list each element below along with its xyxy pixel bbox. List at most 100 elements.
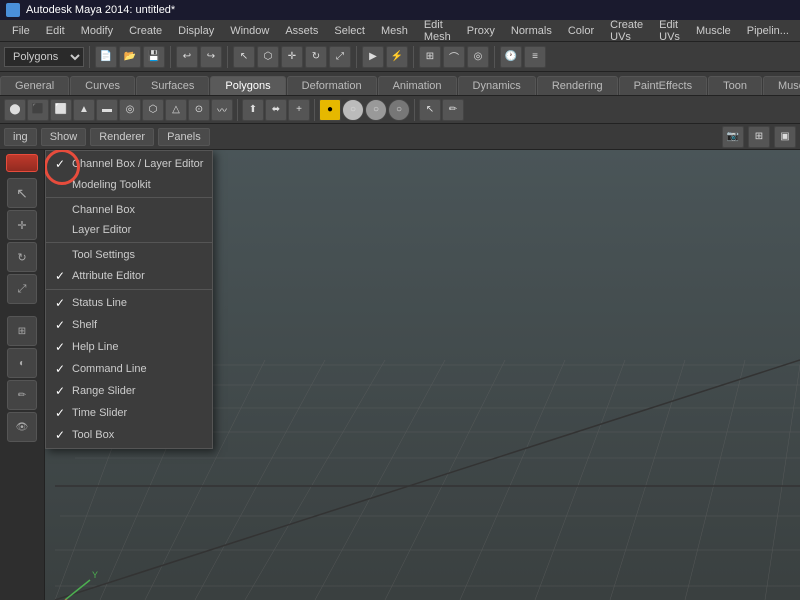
menu-item-file[interactable]: File <box>4 23 38 39</box>
history-btn[interactable]: 🕐 <box>500 46 522 68</box>
tab-surfaces[interactable]: Surfaces <box>136 76 209 95</box>
cone-btn[interactable]: ▲ <box>73 99 95 121</box>
bridge-btn[interactable]: ⬌ <box>265 99 287 121</box>
channel-btn[interactable]: ≡ <box>524 46 546 68</box>
prism-btn[interactable]: ⬡ <box>142 99 164 121</box>
extrude-btn[interactable]: ⬆ <box>242 99 264 121</box>
tab-curves[interactable]: Curves <box>70 76 135 95</box>
dd-shelf[interactable]: ✓ Shelf <box>46 314 212 336</box>
menu-item-createuvs[interactable]: Create UVs <box>602 17 651 45</box>
dd-command-line[interactable]: ✓ Command Line <box>46 358 212 380</box>
pyramid-btn[interactable]: △ <box>165 99 187 121</box>
dd-layer-editor[interactable]: Layer Editor <box>46 220 212 240</box>
ing-btn[interactable]: ing <box>4 128 37 146</box>
ipr-btn[interactable]: ⚡ <box>386 46 408 68</box>
light-preview-btn[interactable]: ● <box>319 99 341 121</box>
sphere3-btn[interactable]: ○ <box>388 99 410 121</box>
tab-rendering[interactable]: Rendering <box>537 76 618 95</box>
menu-item-editmesh[interactable]: Edit Mesh <box>416 17 459 45</box>
append-btn[interactable]: + <box>288 99 310 121</box>
check-attribute: ✓ <box>54 269 66 283</box>
dd-status-line[interactable]: ✓ Status Line <box>46 292 212 314</box>
soft-sel-btn[interactable]: ◐ <box>7 348 37 378</box>
tab-dynamics[interactable]: Dynamics <box>458 76 536 95</box>
save-btn[interactable]: 💾 <box>143 46 165 68</box>
check-status: ✓ <box>54 296 66 310</box>
panels-btn[interactable]: Panels <box>158 128 210 146</box>
tab-toon[interactable]: Toon <box>708 76 762 95</box>
undo-btn[interactable]: ↩ <box>176 46 198 68</box>
select-tool-btn[interactable]: ↖ <box>7 178 37 208</box>
menu-item-color[interactable]: Color <box>560 23 602 39</box>
snap-curve-btn[interactable]: ⌒ <box>443 46 465 68</box>
sphere2-btn[interactable]: ○ <box>365 99 387 121</box>
dd-range-slider[interactable]: ✓ Range Slider <box>46 380 212 402</box>
texture-btn[interactable]: ▣ <box>774 126 796 148</box>
tab-deformation[interactable]: Deformation <box>287 76 377 95</box>
scale-tool-btn[interactable]: ⤢ <box>7 274 37 304</box>
viewport-3d[interactable]: Y X Z ✓ Channel Box / Layer Editor Model… <box>45 150 800 600</box>
cube-btn[interactable]: ⬛ <box>27 99 49 121</box>
menu-bar: FileEditModifyCreateDisplayWindowAssetsS… <box>0 20 800 42</box>
menu-item-create[interactable]: Create <box>121 23 170 39</box>
menu-item-assets[interactable]: Assets <box>277 23 326 39</box>
paint-weights-btn[interactable]: ✏ <box>7 380 37 410</box>
snap-btn[interactable]: ⊞ <box>7 316 37 346</box>
menu-item-window[interactable]: Window <box>222 23 277 39</box>
renderer-btn[interactable]: Renderer <box>90 128 154 146</box>
menu-item-modify[interactable]: Modify <box>73 23 121 39</box>
tab-general[interactable]: General <box>0 76 69 95</box>
lasso-btn[interactable]: ⬡ <box>257 46 279 68</box>
tab-bar: General Curves Surfaces Polygons Deforma… <box>0 72 800 96</box>
dd-channel-box[interactable]: Channel Box <box>46 200 212 220</box>
menu-item-edituvs[interactable]: Edit UVs <box>651 17 688 45</box>
tab-muscle[interactable]: Muscle <box>763 76 800 95</box>
menu-item-mesh[interactable]: Mesh <box>373 23 416 39</box>
menu-item-muscle[interactable]: Muscle <box>688 23 739 39</box>
dd-tool-box[interactable]: ✓ Tool Box <box>46 424 212 446</box>
dd-modeling-toolkit[interactable]: Modeling Toolkit <box>46 175 212 195</box>
tab-painteffects[interactable]: PaintEffects <box>619 76 708 95</box>
move-tool-btn[interactable]: ✛ <box>7 210 37 240</box>
wire-btn[interactable]: ⊞ <box>748 126 770 148</box>
cam-btn[interactable]: 📷 <box>722 126 744 148</box>
show-hide-btn[interactable]: 👁 <box>7 412 37 442</box>
open-btn[interactable]: 📂 <box>119 46 141 68</box>
menu-item-normals[interactable]: Normals <box>503 23 560 39</box>
dd-time-slider[interactable]: ✓ Time Slider <box>46 402 212 424</box>
paint-btn[interactable]: ✏ <box>442 99 464 121</box>
sphere-preview-btn[interactable]: ○ <box>342 99 364 121</box>
dd-help-line[interactable]: ✓ Help Line <box>46 336 212 358</box>
menu-item-select[interactable]: Select <box>326 23 373 39</box>
cylinder-btn[interactable]: ⬜ <box>50 99 72 121</box>
dd-tool-settings[interactable]: Tool Settings <box>46 245 212 265</box>
snap-point-btn[interactable]: ◎ <box>467 46 489 68</box>
menu-item-proxy[interactable]: Proxy <box>459 23 503 39</box>
cursor-select-btn[interactable]: ↖ <box>419 99 441 121</box>
dd-attribute-editor[interactable]: ✓ Attribute Editor <box>46 265 212 287</box>
select-btn[interactable]: ↖ <box>233 46 255 68</box>
tab-animation[interactable]: Animation <box>378 76 457 95</box>
torus-btn[interactable]: ◎ <box>119 99 141 121</box>
snap-grid-btn[interactable]: ⊞ <box>419 46 441 68</box>
polygon-mode-select[interactable]: Polygons <box>4 47 84 67</box>
helix-btn[interactable]: 〰 <box>211 99 233 121</box>
dd-channelbox-layereditor[interactable]: ✓ Channel Box / Layer Editor <box>46 153 212 175</box>
ico-sep3 <box>414 99 415 121</box>
menu-item-pipelin[interactable]: Pipelin... <box>739 23 797 39</box>
rotate-tool-btn[interactable]: ↻ <box>7 242 37 272</box>
rotate-btn[interactable]: ↻ <box>305 46 327 68</box>
show-btn[interactable]: Show <box>41 128 87 146</box>
plane-btn[interactable]: ▬ <box>96 99 118 121</box>
tab-polygons[interactable]: Polygons <box>210 76 285 95</box>
redo-btn[interactable]: ↪ <box>200 46 222 68</box>
pipe-btn[interactable]: ⊙ <box>188 99 210 121</box>
move-btn[interactable]: ✛ <box>281 46 303 68</box>
menu-item-edit[interactable]: Edit <box>38 23 73 39</box>
menu-item-display[interactable]: Display <box>170 23 222 39</box>
sphere-btn[interactable]: ⬤ <box>4 99 26 121</box>
window-menu-dropdown[interactable]: ✓ Channel Box / Layer Editor Modeling To… <box>45 150 213 449</box>
render-btn[interactable]: ▶ <box>362 46 384 68</box>
new-scene-btn[interactable]: 📄 <box>95 46 117 68</box>
scale-btn[interactable]: ⤢ <box>329 46 351 68</box>
